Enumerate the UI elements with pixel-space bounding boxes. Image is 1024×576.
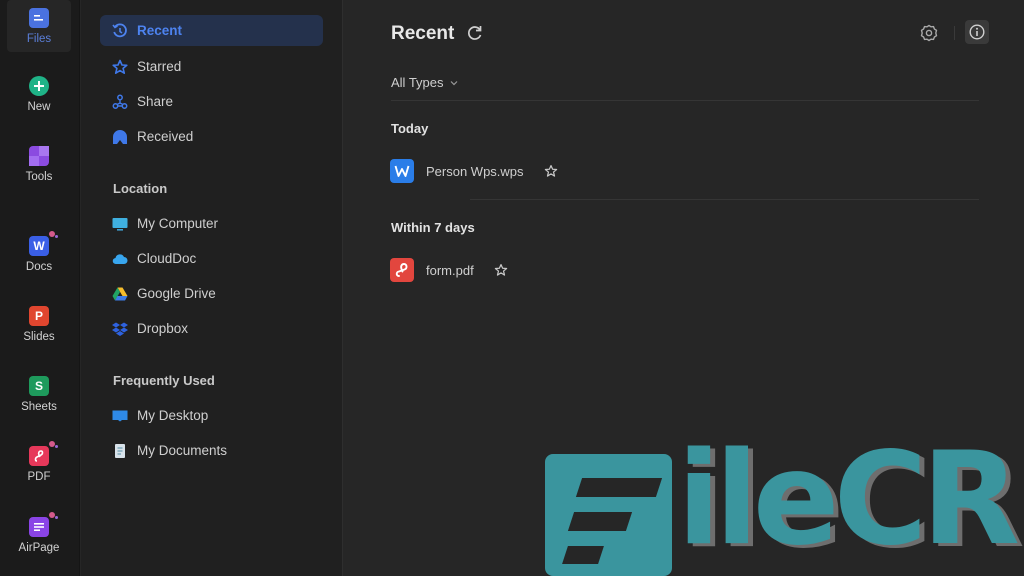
desktop-folder-icon bbox=[112, 408, 128, 424]
airpage-icon bbox=[29, 511, 58, 537]
info-icon bbox=[969, 24, 985, 40]
files-icon bbox=[29, 7, 49, 28]
location-section-title: Location bbox=[113, 181, 168, 196]
slides-glyph: P bbox=[34, 308, 43, 323]
documents-icon bbox=[112, 443, 128, 459]
gear-icon[interactable] bbox=[919, 23, 939, 43]
nav-label: My Desktop bbox=[137, 408, 209, 423]
nav-label: Share bbox=[137, 94, 174, 109]
nav-item-my-desktop[interactable]: My Desktop bbox=[100, 400, 323, 431]
nav-item-starred[interactable]: Starred bbox=[100, 51, 323, 82]
file-row[interactable]: Person Wps.wps bbox=[390, 157, 558, 185]
watermark-logo-box bbox=[545, 454, 672, 576]
star-icon[interactable] bbox=[494, 263, 508, 277]
nav-label: Recent bbox=[137, 23, 183, 38]
pdf-file-icon bbox=[390, 258, 414, 282]
file-name: form.pdf bbox=[426, 262, 474, 278]
rail-label: PDF bbox=[27, 470, 51, 483]
filter-divider bbox=[391, 100, 979, 101]
tools-grid-icon bbox=[29, 145, 49, 166]
monitor-icon bbox=[112, 216, 128, 232]
nav-item-google-drive[interactable]: Google Drive bbox=[100, 278, 323, 309]
dropbox-icon bbox=[112, 321, 128, 337]
google-drive-icon bbox=[112, 286, 128, 302]
wps-file-icon bbox=[390, 159, 414, 183]
file-type-filter-dropdown[interactable]: All Types bbox=[391, 75, 458, 90]
rail-label: Docs bbox=[25, 260, 53, 273]
rail-label: New bbox=[27, 100, 51, 113]
clock-history-icon bbox=[112, 22, 128, 39]
sparkle-icon bbox=[49, 440, 58, 448]
nav-item-share[interactable]: Share bbox=[100, 86, 323, 117]
rail-item-airpage[interactable]: AirPage bbox=[7, 507, 71, 563]
nav-label: Dropbox bbox=[137, 321, 189, 336]
nav-item-my-documents[interactable]: My Documents bbox=[100, 435, 323, 466]
received-icon bbox=[112, 129, 128, 145]
rail-item-tools[interactable]: Tools bbox=[7, 136, 71, 192]
watermark-text: ileCR bbox=[677, 425, 1020, 574]
rail-label: Tools bbox=[25, 170, 53, 183]
file-name: Person Wps.wps bbox=[426, 163, 524, 179]
sparkle-icon bbox=[49, 511, 58, 519]
plus-circle-icon bbox=[29, 75, 49, 96]
toolbar-divider bbox=[954, 26, 955, 40]
docs-glyph: W bbox=[33, 238, 45, 253]
nav-label: CloudDoc bbox=[137, 251, 197, 266]
app-rail: Files New Tools W Docs P Slides S Sheets bbox=[0, 0, 80, 576]
watermark-bar bbox=[575, 478, 663, 497]
sparkle-icon bbox=[49, 230, 58, 238]
sheets-icon: S bbox=[29, 375, 49, 396]
rail-label: AirPage bbox=[18, 541, 60, 554]
rail-item-new[interactable]: New bbox=[7, 66, 71, 122]
rail-item-docs[interactable]: W Docs bbox=[7, 226, 71, 282]
rail-label: Slides bbox=[23, 330, 55, 343]
cloud-icon bbox=[112, 251, 128, 267]
filecr-watermark: ileCR bbox=[545, 436, 1024, 576]
nav-label: My Computer bbox=[137, 216, 219, 231]
nav-item-clouddoc[interactable]: CloudDoc bbox=[100, 243, 323, 274]
nav-item-received[interactable]: Received bbox=[100, 121, 323, 152]
nav-item-my-computer[interactable]: My Computer bbox=[100, 208, 323, 239]
star-icon[interactable] bbox=[544, 164, 558, 178]
file-row[interactable]: form.pdf bbox=[390, 256, 508, 284]
rail-item-files[interactable]: Files bbox=[7, 0, 71, 52]
page-title: Recent bbox=[391, 23, 455, 44]
pdf-icon bbox=[29, 440, 58, 466]
nav-label: Google Drive bbox=[137, 286, 216, 301]
share-icon bbox=[112, 94, 128, 110]
nav-label: My Documents bbox=[137, 443, 228, 458]
nav-item-recent[interactable]: Recent bbox=[100, 15, 323, 46]
group-divider bbox=[470, 199, 979, 200]
docs-icon: W bbox=[29, 230, 58, 256]
watermark-bar bbox=[567, 512, 633, 531]
watermark-bar bbox=[562, 546, 604, 564]
nav-label: Received bbox=[137, 129, 194, 144]
star-icon bbox=[112, 59, 128, 75]
nav-item-dropbox[interactable]: Dropbox bbox=[100, 313, 323, 344]
rail-item-slides[interactable]: P Slides bbox=[7, 296, 71, 352]
rail-label: Files bbox=[26, 32, 52, 45]
frequently-used-section-title: Frequently Used bbox=[113, 373, 215, 388]
rail-item-sheets[interactable]: S Sheets bbox=[7, 366, 71, 422]
group-title-today: Today bbox=[391, 121, 429, 136]
navigation-panel: Recent Starred Share Received Location M… bbox=[81, 0, 343, 576]
refresh-icon[interactable] bbox=[466, 24, 484, 42]
group-title-within-7-days: Within 7 days bbox=[391, 220, 475, 235]
sheets-glyph: S bbox=[34, 378, 43, 393]
rail-item-pdf[interactable]: PDF bbox=[7, 436, 71, 492]
nav-label: Starred bbox=[137, 59, 182, 74]
slides-icon: P bbox=[29, 305, 49, 326]
filter-value: All Types bbox=[391, 75, 444, 90]
chevron-down-icon bbox=[450, 80, 457, 85]
info-button[interactable] bbox=[965, 20, 989, 44]
rail-label: Sheets bbox=[21, 400, 57, 413]
